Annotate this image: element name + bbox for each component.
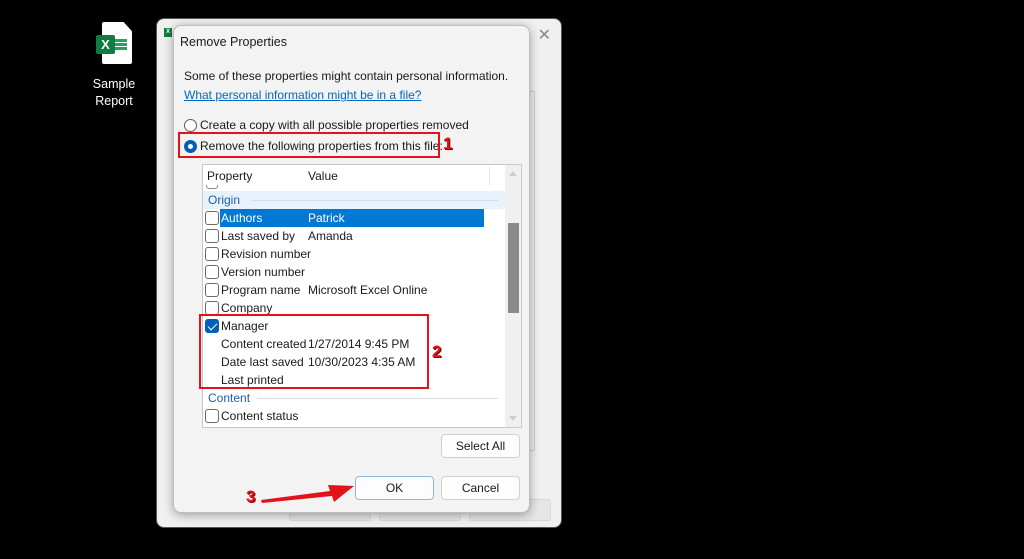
scrollbar-thumb[interactable]	[508, 223, 519, 313]
scroll-down-arrow-icon[interactable]	[509, 416, 517, 421]
close-icon[interactable]: ✕	[538, 25, 551, 45]
list-item-version-number[interactable]: Version number	[203, 263, 506, 281]
checkbox[interactable]	[205, 283, 219, 297]
annotation-number-1: 1	[443, 134, 453, 153]
checkbox[interactable]	[205, 409, 219, 423]
checkbox[interactable]	[205, 229, 219, 243]
list-item-revision-number[interactable]: Revision number	[203, 245, 506, 263]
list-item-last-saved-by[interactable]: Last saved by Amanda	[203, 227, 506, 245]
cancel-button[interactable]: Cancel	[441, 476, 520, 500]
group-origin: Origin	[203, 191, 506, 209]
personal-info-link[interactable]: What personal information might be in a …	[184, 88, 421, 102]
list-item-content-status[interactable]: Content status	[203, 407, 506, 425]
ok-button[interactable]: OK	[355, 476, 434, 500]
excel-app-icon: X	[164, 28, 172, 37]
annotation-box-1	[178, 132, 440, 158]
desktop-icon-label: Sample Report	[92, 77, 136, 108]
group-content: Content	[203, 389, 506, 407]
scroll-up-arrow-icon[interactable]	[509, 171, 517, 176]
radio-create-copy[interactable]: Create a copy with all possible properti…	[184, 118, 469, 132]
select-all-button[interactable]: Select All	[441, 434, 520, 458]
annotation-box-2	[199, 314, 429, 389]
dialog-title: Remove Properties	[180, 35, 287, 49]
checkbox[interactable]	[205, 211, 219, 225]
annotation-number-3: 3	[246, 487, 256, 506]
list-scrollbar[interactable]	[505, 165, 521, 427]
radio-label: Create a copy with all possible properti…	[200, 118, 469, 132]
column-header-value[interactable]: Value	[308, 169, 338, 183]
checkbox[interactable]	[205, 301, 219, 315]
radio-button[interactable]	[184, 118, 197, 132]
checkbox[interactable]	[205, 265, 219, 279]
annotation-number-2: 2	[432, 342, 442, 361]
checkbox[interactable]	[205, 247, 219, 261]
list-item-authors[interactable]: Authors Patrick	[203, 209, 506, 227]
remove-properties-dialog: Remove Properties Some of these properti…	[173, 25, 530, 513]
excel-file-icon: X	[96, 22, 132, 66]
list-item-program-name[interactable]: Program name Microsoft Excel Online	[203, 281, 506, 299]
column-header-property[interactable]: Property	[207, 169, 252, 183]
intro-text: Some of these properties might contain p…	[184, 69, 509, 83]
list-header: Property Value	[203, 165, 506, 187]
partial-checkbox	[206, 185, 218, 189]
desktop-file-sample-report[interactable]: X Sample Report	[84, 22, 144, 110]
annotation-arrow-icon	[261, 485, 354, 503]
